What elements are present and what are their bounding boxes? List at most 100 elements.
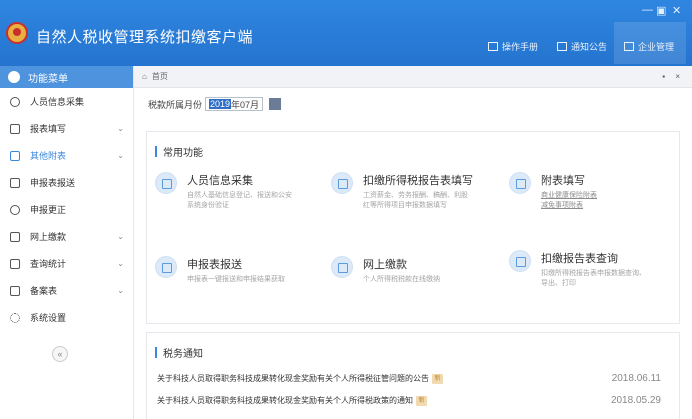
title-bar: 自然人税收管理系统扣缴客户端 — ▣ ✕ 操作手册 通知公告 企业管理 bbox=[0, 0, 692, 66]
chevron-down-icon: ⌄ bbox=[117, 259, 124, 268]
common-functions-title: 常用功能 bbox=[163, 148, 203, 159]
close-button[interactable]: ✕ bbox=[672, 4, 681, 17]
list-item[interactable]: 关于科技人员取得职务科技成果转化现金奖励有关个人所得税政策的通知 新 2018.… bbox=[157, 395, 669, 406]
minimize-button[interactable]: — bbox=[642, 4, 653, 16]
breadcrumb: ⌂ 首页 ▪ × bbox=[134, 66, 692, 88]
manual-link[interactable]: 操作手册 bbox=[488, 38, 538, 54]
sidebar-item-label: 申报更正 bbox=[30, 205, 67, 215]
card-title: 申报表报送 bbox=[187, 259, 242, 271]
home-icon: ⌂ bbox=[142, 72, 147, 81]
card-title: 扣缴所得税报告表填写 bbox=[363, 175, 473, 187]
card-title: 人员信息采集 bbox=[187, 175, 253, 187]
tax-period-month: 年07月 bbox=[231, 99, 260, 110]
mail-icon bbox=[557, 41, 567, 51]
sidebar-item-label: 网上缴款 bbox=[30, 232, 67, 242]
query-icon bbox=[509, 250, 531, 272]
sidebar-item-label: 其他附表 bbox=[30, 151, 67, 161]
building-icon bbox=[624, 41, 634, 51]
enterprise-label: 企业管理 bbox=[638, 41, 675, 52]
sidebar-item-person-info[interactable]: 人员信息采集 bbox=[0, 88, 133, 115]
manual-label: 操作手册 bbox=[502, 41, 539, 52]
tax-period-field[interactable]: 2019 年07月 bbox=[205, 97, 264, 111]
card-withholding-report[interactable]: 扣缴所得税报告表填写 工资薪金、劳务报酬、稿酬、利股 红等所得项目申报数据填写 bbox=[331, 172, 501, 211]
app-title: 自然人税收管理系统扣缴客户端 bbox=[36, 29, 254, 46]
gear-icon bbox=[10, 312, 20, 323]
search-icon bbox=[10, 204, 20, 215]
card-title: 网上缴款 bbox=[363, 259, 407, 271]
send-icon bbox=[10, 177, 20, 188]
wallet-icon bbox=[10, 231, 20, 242]
tax-period: 税款所属月份 2019 年07月 bbox=[148, 97, 282, 111]
sidebar: 功能菜单 人员信息采集 报表填写 ⌄ 其他附表 ⌄ 申报表报送 申报更正 网上缴… bbox=[0, 66, 134, 419]
sidebar-collapse-button[interactable]: « bbox=[52, 346, 68, 362]
card-online-payment[interactable]: 网上缴款 个人所得税税款在线缴纳 bbox=[331, 256, 501, 285]
chevron-down-icon: ⌄ bbox=[117, 286, 124, 295]
panel-title: 常用功能 bbox=[155, 144, 203, 159]
sidebar-item-submit[interactable]: 申报表报送 bbox=[0, 169, 133, 196]
sidebar-item-label: 人员信息采集 bbox=[30, 97, 85, 107]
notice-link[interactable]: 通知公告 bbox=[557, 38, 607, 54]
chevron-down-icon: ⌄ bbox=[117, 232, 124, 241]
title-accent bbox=[155, 146, 157, 157]
calendar-icon[interactable] bbox=[269, 98, 282, 110]
chevron-down-icon: ⌄ bbox=[117, 151, 124, 160]
sidebar-item-query-stats[interactable]: 查询统计 ⌄ bbox=[0, 250, 133, 277]
sidebar-item-filing[interactable]: 备案表 ⌄ bbox=[0, 277, 133, 304]
sidebar-item-settings[interactable]: 系统设置 bbox=[0, 304, 133, 331]
grid-icon bbox=[10, 150, 20, 161]
card-schedule-fill[interactable]: 附表填写 商业健康保险附表 减免事项附表 bbox=[509, 172, 674, 211]
edit-icon bbox=[10, 123, 20, 134]
edit-icon bbox=[509, 172, 531, 194]
card-title: 附表填写 bbox=[541, 175, 585, 187]
card-report-query[interactable]: 扣缴报告表查询 扣缴所得税报告表申报数据查询、 导出、打印 bbox=[509, 250, 674, 289]
menu-icon bbox=[8, 71, 20, 83]
notice-text: 关于科技人员取得职务科技成果转化现金奖励有关个人所得税征管问题的公告 bbox=[157, 374, 429, 383]
card-desc: 个人所得税税款在线缴纳 bbox=[363, 276, 440, 283]
card-desc: 系统身份验证 bbox=[187, 202, 229, 209]
panel-title: 税务通知 bbox=[155, 345, 203, 360]
list-item[interactable]: 关于科技人员取得职务科技成果转化现金奖励有关个人所得税征管问题的公告 新 201… bbox=[157, 373, 669, 384]
payment-icon bbox=[331, 256, 353, 278]
card-desc: 红等所得项目申报数据填写 bbox=[363, 202, 447, 209]
card-desc: 工资薪金、劳务报酬、稿酬、利股 bbox=[363, 192, 468, 199]
sidebar-item-correction[interactable]: 申报更正 bbox=[0, 196, 133, 223]
document-icon bbox=[10, 285, 20, 296]
stats-icon bbox=[10, 258, 20, 269]
tax-notice-title: 税务通知 bbox=[163, 349, 203, 360]
card-submit[interactable]: 申报表报送 申报表一键报送和申报结果获取 bbox=[155, 256, 325, 285]
sidebar-item-online-payment[interactable]: 网上缴款 ⌄ bbox=[0, 223, 133, 250]
card-link[interactable]: 减免事项附表 bbox=[541, 201, 597, 211]
enterprise-link[interactable]: 企业管理 bbox=[624, 38, 674, 54]
sidebar-item-label: 系统设置 bbox=[30, 313, 67, 323]
sidebar-item-label: 查询统计 bbox=[30, 259, 67, 269]
tax-emblem-icon bbox=[6, 22, 28, 44]
notice-date: 2018.06.11 bbox=[611, 373, 661, 384]
tab-tools[interactable]: ▪ × bbox=[662, 72, 684, 81]
sidebar-item-other-schedules[interactable]: 其他附表 ⌄ bbox=[0, 142, 133, 169]
main-content: 税款所属月份 2019 年07月 常用功能 人员信息采集 自然人基础信息登记、报… bbox=[134, 88, 692, 419]
sidebar-header: 功能菜单 bbox=[0, 66, 133, 88]
title-accent bbox=[155, 347, 157, 358]
form-icon bbox=[331, 172, 353, 194]
notice-label: 通知公告 bbox=[571, 41, 608, 52]
manual-icon bbox=[488, 41, 498, 51]
tax-period-year: 2019 bbox=[209, 99, 232, 109]
common-functions-panel: 常用功能 人员信息采集 自然人基础信息登记、报送和公安 系统身份验证 扣缴所得税… bbox=[146, 131, 680, 324]
card-title: 扣缴报告表查询 bbox=[541, 253, 618, 265]
breadcrumb-home[interactable]: 首页 bbox=[152, 71, 168, 82]
notice-date: 2018.05.29 bbox=[610, 395, 661, 406]
new-badge: 新 bbox=[432, 373, 443, 384]
card-desc: 申报表一键报送和申报结果获取 bbox=[187, 276, 285, 283]
tax-notice-panel: 税务通知 关于科技人员取得职务科技成果转化现金奖励有关个人所得税征管问题的公告 … bbox=[146, 332, 680, 419]
card-link[interactable]: 商业健康保险附表 bbox=[541, 191, 597, 201]
sidebar-item-report-fill[interactable]: 报表填写 ⌄ bbox=[0, 115, 133, 142]
tax-period-label: 税款所属月份 bbox=[148, 99, 203, 110]
card-person-info[interactable]: 人员信息采集 自然人基础信息登记、报送和公安 系统身份验证 bbox=[155, 172, 325, 211]
send-form-icon bbox=[155, 256, 177, 278]
id-card-icon bbox=[155, 172, 177, 194]
sidebar-item-label: 备案表 bbox=[30, 286, 58, 296]
card-desc: 扣缴所得税报告表申报数据查询、 bbox=[541, 270, 646, 277]
chevron-down-icon: ⌄ bbox=[117, 124, 124, 133]
maximize-button[interactable]: ▣ bbox=[656, 4, 666, 17]
notice-text: 关于科技人员取得职务科技成果转化现金奖励有关个人所得税政策的通知 bbox=[157, 396, 413, 405]
